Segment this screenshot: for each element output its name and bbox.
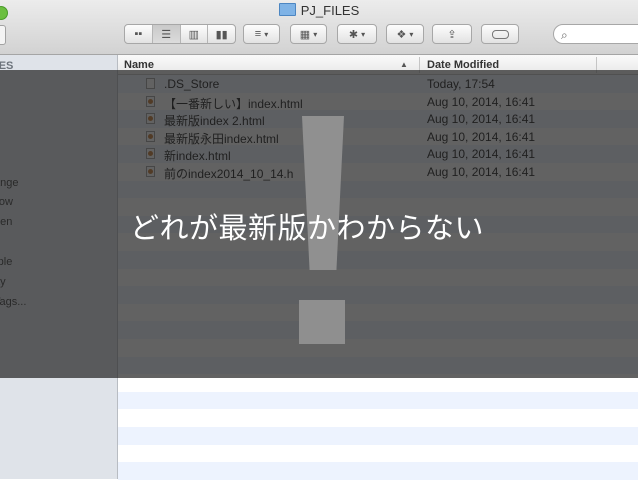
file-name: 【一番新しい】index.html	[164, 95, 303, 112]
empty-row	[118, 181, 638, 199]
file-name: 最新版永田index.html	[164, 130, 279, 147]
sidebar-item-green-tag[interactable]: een	[0, 216, 12, 228]
share-icon: ⇪	[447, 28, 456, 41]
sidebar: TES s d ange llow een e rple ay Tags...	[0, 55, 118, 479]
sidebar-item-purple-tag[interactable]: rple	[0, 256, 12, 268]
file-date: Aug 10, 2014, 16:41	[427, 112, 535, 126]
column-divider[interactable]	[596, 57, 597, 73]
exclamation-dot	[299, 300, 345, 344]
file-name: .DS_Store	[164, 77, 219, 91]
empty-row	[118, 321, 638, 339]
sort-ascending-icon: ▲	[400, 60, 408, 69]
table-row[interactable]: .DS_Store Today, 17:54	[118, 75, 638, 93]
sidebar-item-yellow-tag[interactable]: llow	[0, 196, 13, 208]
empty-row	[118, 392, 638, 410]
view-mode-control[interactable]: ▪▪ ☰ ▥ ▮▮	[124, 24, 236, 44]
overlay-caption: どれが最新版かわからない	[130, 205, 484, 247]
empty-row	[118, 357, 638, 375]
back-button[interactable]	[0, 25, 6, 45]
dropbox-icon: ❖	[397, 28, 407, 41]
column-header: Name ▲ Date Modified	[118, 55, 638, 75]
column-view-button[interactable]: ▥	[181, 25, 209, 43]
coverflow-view-button[interactable]: ▮▮	[208, 25, 235, 43]
window-title-text: PJ_FILES	[301, 3, 360, 18]
chevron-down-icon: ▾	[361, 30, 365, 39]
html-file-icon	[146, 148, 155, 159]
arrange-icon: ≡	[255, 28, 261, 40]
chevron-down-icon: ▾	[313, 30, 317, 39]
empty-row	[118, 286, 638, 304]
date-column-header[interactable]: Date Modified	[427, 59, 499, 71]
gear-icon: ✱	[349, 28, 358, 41]
sidebar-item-gray-tag[interactable]: ay	[0, 276, 6, 288]
folder-icon	[279, 3, 296, 16]
file-date: Aug 10, 2014, 16:41	[427, 130, 535, 144]
icon-view-button[interactable]: ▪▪	[125, 25, 153, 43]
tags-button[interactable]	[481, 24, 519, 44]
file-name: 前のindex2014_10_14.h	[164, 165, 293, 182]
file-date: Aug 10, 2014, 16:41	[427, 147, 535, 161]
chevron-down-icon: ▾	[409, 30, 413, 39]
table-row[interactable]: 最新版index 2.html Aug 10, 2014, 16:41	[118, 110, 638, 128]
table-row[interactable]: 最新版永田index.html Aug 10, 2014, 16:41	[118, 128, 638, 146]
empty-row	[118, 462, 638, 480]
file-date: Aug 10, 2014, 16:41	[427, 165, 535, 179]
empty-row	[118, 251, 638, 269]
html-file-icon	[146, 131, 155, 142]
window-title: PJ_FILES	[0, 3, 638, 18]
empty-row	[118, 427, 638, 445]
name-column-header[interactable]: Name	[124, 59, 154, 71]
dropbox-button[interactable]: ❖▾	[386, 24, 424, 44]
table-row[interactable]: 【一番新しい】index.html Aug 10, 2014, 16:41	[118, 93, 638, 111]
file-list: Name ▲ Date Modified .DS_Store Today, 17…	[118, 55, 638, 479]
action-button[interactable]: ✱▾	[337, 24, 377, 44]
html-file-icon	[146, 113, 155, 124]
table-row[interactable]: 新index.html Aug 10, 2014, 16:41	[118, 145, 638, 163]
file-date: Aug 10, 2014, 16:41	[427, 95, 535, 109]
grid-icon: ▦	[300, 28, 310, 41]
column-divider[interactable]	[419, 57, 420, 73]
html-file-icon	[146, 96, 155, 107]
blank-file-icon	[146, 78, 155, 89]
table-row[interactable]: 前のindex2014_10_14.h Aug 10, 2014, 16:41	[118, 163, 638, 181]
search-field[interactable]: ⌕	[553, 24, 638, 44]
arrange-button[interactable]: ≡▾	[243, 24, 280, 44]
list-view-button[interactable]: ☰	[153, 25, 181, 43]
tag-pill-icon	[492, 30, 509, 39]
chevron-down-icon: ▾	[264, 30, 268, 39]
html-file-icon	[146, 166, 155, 177]
sidebar-section-header: TES	[0, 60, 13, 72]
share-button[interactable]: ⇪	[432, 24, 472, 44]
sidebar-item-all-tags[interactable]: Tags...	[0, 296, 26, 308]
file-name: 最新版index 2.html	[164, 112, 265, 129]
sidebar-item-orange-tag[interactable]: ange	[0, 177, 18, 189]
file-date: Today, 17:54	[427, 77, 495, 91]
search-icon: ⌕	[561, 28, 568, 43]
file-name: 新index.html	[164, 147, 231, 164]
window-titlebar: PJ_FILES ▪▪ ☰ ▥ ▮▮ ≡▾ ▦▾ ✱▾ ❖▾ ⇪ ⌕	[0, 0, 638, 55]
group-button[interactable]: ▦▾	[290, 24, 327, 44]
